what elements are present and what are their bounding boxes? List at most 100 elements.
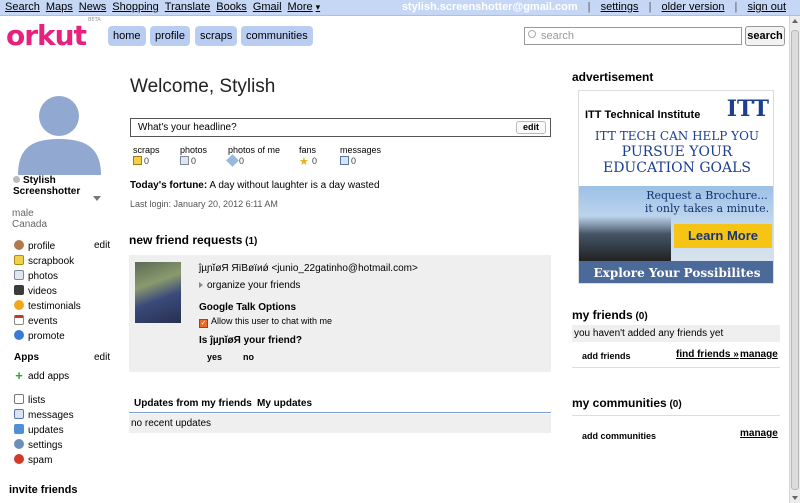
add-apps-label: add apps — [28, 371, 70, 382]
manage-communities-link[interactable]: manage — [740, 428, 778, 439]
ad-headline-1: ITT TECH CAN HELP YOU — [594, 129, 760, 143]
organize-friends-toggle[interactable]: organize your friends — [199, 280, 300, 291]
manage-friends-link[interactable]: manage — [740, 349, 778, 360]
updates-list: no recent updates — [129, 414, 551, 433]
gbar-link-maps[interactable]: Maps — [46, 1, 73, 13]
nav-profile[interactable]: profile — [150, 26, 190, 46]
profile-name[interactable]: Stylish Screenshotter — [13, 175, 80, 197]
stat-label: fans — [299, 145, 317, 155]
updates-tabs: Updates from my friends My updates — [129, 395, 551, 413]
friend-request-card: ĵµɲĭøЯ ЯïВøïиǿ <junio_22gatinho@hotmail.… — [129, 255, 551, 372]
stat-label: photos — [180, 145, 208, 155]
sidebar-item-photos[interactable]: photos — [14, 270, 58, 284]
ad-request-text: Request a Brochure... it only takes a mi… — [639, 189, 773, 215]
tab-my-updates[interactable]: My updates — [257, 398, 312, 409]
ad-banner[interactable]: ITT Technical Institute ITT ITT TECH CAN… — [578, 90, 774, 284]
divider — [572, 415, 780, 416]
sidebar-item-promote[interactable]: promote — [14, 330, 65, 344]
nav-home[interactable]: home — [108, 26, 146, 46]
sidebar-item-spam[interactable]: spam — [14, 454, 52, 468]
organize-label: organize your friends — [207, 280, 301, 291]
friend-requests-count: (1) — [242, 236, 258, 247]
gbar-link-search[interactable]: Search — [5, 1, 40, 13]
sidebar-item-label: photos — [28, 271, 59, 282]
friend-requests-title: new friend requests (1) — [129, 233, 257, 247]
account-email[interactable]: stylish.screenshotter@gmail.com — [402, 1, 578, 13]
search-button[interactable]: search — [745, 26, 785, 46]
scroll-up-arrow-icon[interactable] — [792, 19, 798, 23]
stat-count: 0 — [144, 156, 150, 166]
requester-photo[interactable] — [135, 262, 181, 323]
scroll-down-arrow-icon[interactable] — [792, 496, 798, 500]
stat-scraps[interactable]: scraps 0 — [133, 145, 160, 166]
ad-graphic: Request a Brochure... it only takes a mi… — [579, 186, 773, 261]
tag-icon — [226, 154, 239, 167]
stat-messages[interactable]: messages 0 — [340, 145, 381, 166]
nav-communities[interactable]: communities — [241, 26, 313, 46]
sign-out-link[interactable]: sign out — [747, 1, 786, 13]
vertical-scrollbar[interactable] — [789, 16, 800, 503]
ad-brand: ITT Technical Institute — [585, 109, 701, 121]
scrollbar-thumb[interactable] — [791, 30, 799, 490]
add-communities-link[interactable]: add communities — [582, 431, 656, 441]
orkut-logo[interactable]: orkut BETA — [6, 16, 101, 52]
add-apps-link[interactable]: + add apps — [14, 368, 70, 384]
reject-friend-button[interactable]: no — [243, 352, 254, 362]
sidebar-item-settings[interactable]: settings — [14, 439, 62, 453]
sidebar-item-testimonials[interactable]: testimonials — [14, 300, 81, 314]
profile-sex: male — [12, 208, 34, 219]
sidebar-item-events[interactable]: events — [14, 315, 57, 329]
sidebar-item-label: testimonials — [28, 301, 81, 312]
my-friends-label: my friends — [572, 308, 633, 322]
gbar-link-news[interactable]: News — [79, 1, 107, 13]
settings-link[interactable]: settings — [601, 1, 639, 13]
gbar-link-gmail[interactable]: Gmail — [253, 1, 282, 13]
chevron-down-icon[interactable] — [93, 196, 101, 201]
tab-updates-from-friends[interactable]: Updates from my friends — [134, 398, 252, 409]
avatar[interactable] — [14, 84, 105, 175]
fortune-label: Today's fortune: — [130, 180, 208, 191]
sidebar-item-profile[interactable]: profile — [14, 240, 55, 254]
sidebar-item-scrapbook[interactable]: scrapbook — [14, 255, 74, 269]
updates-icon — [14, 424, 24, 434]
gbar-link-books[interactable]: Books — [216, 1, 247, 13]
edit-apps-link[interactable]: edit — [94, 352, 110, 363]
stat-fans[interactable]: fans ★ 0 — [299, 145, 317, 168]
allow-chat-checkbox[interactable]: ✓ Allow this user to chat with me — [199, 316, 332, 328]
stat-photos-of-me[interactable]: photos of me 0 — [226, 145, 280, 167]
settings-icon — [14, 439, 24, 449]
friend-requests-label: new friend requests — [129, 233, 243, 247]
my-communities-label: my communities — [572, 396, 667, 410]
ad-footer: Explore Your Possibilites — [579, 261, 773, 283]
edit-profile-link[interactable]: edit — [94, 240, 110, 251]
stat-count: 0 — [351, 156, 357, 166]
accept-friend-button[interactable]: yes — [207, 352, 222, 362]
older-version-link[interactable]: older version — [662, 1, 725, 13]
profile-icon — [14, 240, 24, 250]
expand-arrow-icon — [199, 282, 203, 288]
headline-edit-button[interactable]: edit — [515, 121, 546, 134]
sidebar-item-label: scrapbook — [28, 256, 75, 267]
add-friends-link[interactable]: add friends — [582, 351, 631, 361]
beta-tag: BETA — [87, 16, 101, 23]
sidebar-item-label: profile — [28, 241, 56, 252]
name-line-2: Screenshotter — [13, 186, 81, 197]
nav-scraps[interactable]: scraps — [195, 26, 238, 46]
sidebar-item-updates[interactable]: updates — [14, 424, 64, 438]
learn-more-button[interactable]: Learn More — [674, 224, 772, 248]
sidebar-item-lists[interactable]: lists — [14, 394, 45, 408]
find-friends-link[interactable]: find friends » — [676, 349, 739, 360]
lists-icon — [14, 394, 24, 404]
plus-icon: + — [15, 368, 23, 383]
gbar-link-shopping[interactable]: Shopping — [112, 1, 159, 13]
gbar-link-more[interactable]: More ▾ — [288, 1, 327, 13]
my-communities-count: (0) — [666, 399, 682, 410]
sidebar-item-messages[interactable]: messages — [14, 409, 74, 423]
gbar-link-translate[interactable]: Translate — [165, 1, 210, 13]
sidebar-item-videos[interactable]: videos — [14, 285, 57, 299]
search-input[interactable]: search — [524, 27, 742, 45]
my-friends-title: my friends (0) — [572, 308, 648, 322]
stat-photos[interactable]: photos 0 — [180, 145, 207, 166]
headline-field[interactable]: What's your headline? edit — [130, 118, 551, 137]
sidebar-item-label: messages — [28, 410, 74, 421]
